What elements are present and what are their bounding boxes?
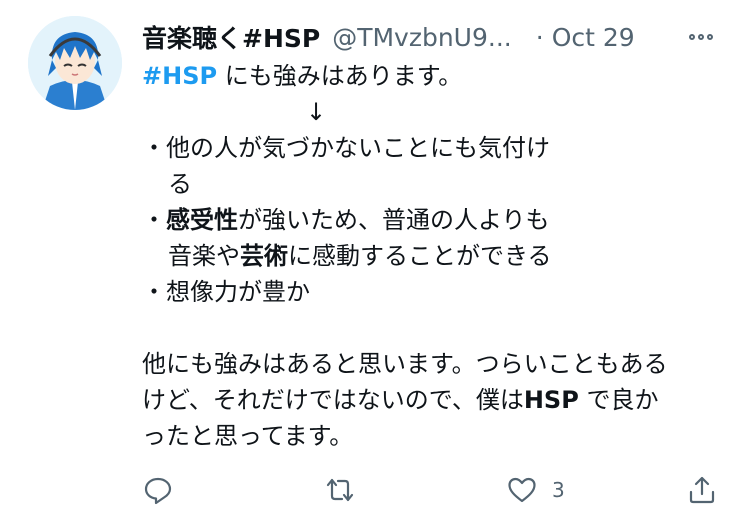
reply-icon — [144, 477, 172, 505]
tweet-line: る — [142, 166, 732, 202]
tweet-line: ↓ — [142, 94, 732, 130]
bold-text: HSP — [523, 386, 579, 414]
like-count: 3 — [552, 478, 565, 502]
tweet-line: ・他の人が気づかないことにも気付け — [142, 130, 732, 166]
retweet-icon — [326, 478, 354, 502]
tweet-text-segment: 音楽や — [168, 242, 240, 270]
tweet-line: ・想像力が豊か — [142, 274, 732, 310]
tweet-line: 他にも強みはあると思います。つらいこともある — [142, 346, 732, 382]
tweet-line: #HSP にも強みはあります。 — [142, 58, 732, 94]
bullet: ・ — [142, 206, 166, 234]
bullet: ・ — [142, 134, 166, 162]
tweet-text-segment: に感動することができる — [288, 242, 552, 270]
tweet-text-segment: けど、それだけではないので、僕は — [142, 386, 524, 414]
tweet-text-segment: にも強みはあります。 — [217, 62, 463, 90]
retweet-button[interactable] — [324, 470, 356, 510]
tweet-text-segment: 想像力が豊か — [166, 278, 310, 306]
bold-text: 感受性 — [166, 206, 238, 234]
hashtag-link[interactable]: #HSP — [142, 62, 217, 90]
tweet-line: ・感受性が強いため、普通の人よりも — [142, 202, 732, 238]
tweet-line: けど、それだけではないので、僕はHSP で良か — [142, 382, 732, 418]
tweet-line: 音楽や芸術に感動することができる — [142, 238, 732, 274]
tweet-text-segment: 他の人が気づかないことにも気付け — [166, 134, 550, 162]
tweet-text-segment: が強いため、普通の人よりも — [238, 206, 550, 234]
reply-button[interactable] — [142, 470, 174, 510]
tweet-text-segment: で良か — [578, 386, 659, 414]
arrow-glyph: ↓ — [306, 98, 327, 126]
tweet-text-segment: ったと思ってます。 — [142, 422, 354, 450]
share-button[interactable] — [686, 470, 718, 510]
more-options-icon[interactable] — [684, 24, 718, 50]
tweet-header: 音楽聴く#HSP @TMvzbnU9... · Oct 29 — [142, 18, 732, 56]
tweet-date[interactable]: Oct 29 — [552, 23, 635, 52]
display-name[interactable]: 音楽聴く#HSP — [142, 19, 320, 55]
share-icon — [689, 476, 715, 504]
tweet-text-segment: る — [168, 170, 192, 198]
heart-icon — [508, 477, 536, 503]
avatar[interactable] — [28, 16, 122, 110]
action-bar: 3 — [142, 470, 732, 510]
user-handle[interactable]: @TMvzbnU9... — [332, 23, 512, 52]
bold-text: 芸術 — [240, 242, 288, 270]
tweet-line: ったと思ってます。 — [142, 418, 732, 454]
bullet: ・ — [142, 278, 166, 306]
separator-dot: · — [535, 22, 544, 52]
tweet-text-segment: 他にも強みはあると思います。つらいこともある — [142, 350, 668, 378]
tweet-text: #HSP にも強みはあります。 ↓ ・他の人が気づかないことにも気付け る ・感… — [142, 58, 732, 454]
like-button[interactable]: 3 — [506, 470, 565, 510]
avatar-image — [28, 16, 122, 110]
